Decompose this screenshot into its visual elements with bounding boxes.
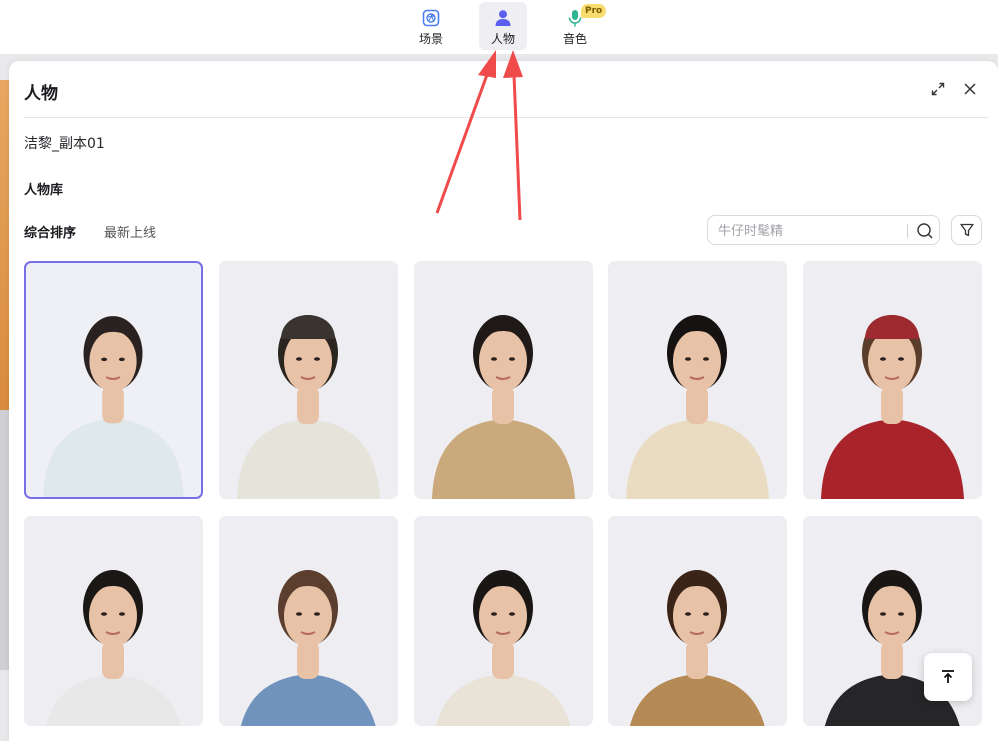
pro-badge: Pro	[581, 4, 607, 18]
avatar-portrait	[629, 570, 765, 726]
avatar-portrait	[240, 570, 376, 726]
scroll-to-top-button[interactable]	[924, 653, 972, 701]
filter-icon	[959, 223, 974, 237]
current-avatar-name: 洁黎_副本01	[24, 136, 105, 152]
avatar-card[interactable]	[414, 261, 593, 499]
avatar-card[interactable]	[414, 516, 593, 726]
search-box	[707, 215, 940, 245]
arrow-up-to-top-icon	[942, 670, 954, 683]
filter-button[interactable]	[951, 215, 982, 245]
header-divider	[24, 117, 988, 118]
avatar-card[interactable]	[608, 516, 787, 726]
avatar-portrait	[821, 315, 964, 499]
person-icon	[495, 10, 511, 26]
avatar-card[interactable]	[219, 261, 398, 499]
person-panel: 人物 洁黎_副本01 人物库 综合排序 最新上线	[9, 61, 998, 741]
avatar-portrait	[45, 570, 181, 726]
close-button[interactable]	[960, 79, 980, 99]
library-title: 人物库	[24, 183, 64, 198]
toolbar-scene[interactable]: 场景	[407, 2, 455, 50]
close-icon	[964, 83, 976, 95]
avatar-card[interactable]	[24, 261, 203, 499]
toolbar-person[interactable]: 人物	[479, 2, 527, 50]
expand-icon	[931, 82, 945, 96]
panel-title: 人物	[24, 84, 58, 104]
search-separator	[907, 224, 908, 238]
scene-icon	[422, 9, 440, 27]
top-toolbar: 场景 人物 音色 Pro	[0, 0, 998, 54]
tab-newest[interactable]: 最新上线	[104, 222, 156, 241]
tab-comprehensive-sort[interactable]: 综合排序	[24, 222, 76, 241]
toolbar-voice[interactable]: 音色 Pro	[551, 2, 607, 50]
toolbar-person-label: 人物	[490, 32, 515, 46]
avatar-portrait	[43, 316, 184, 497]
avatar-portrait	[435, 570, 571, 726]
avatar-portrait	[626, 315, 769, 499]
avatar-portrait	[237, 315, 380, 499]
avatar-card[interactable]	[608, 261, 787, 499]
avatar-card[interactable]	[803, 261, 982, 499]
avatar-card[interactable]	[24, 516, 203, 726]
toolbar-voice-label: 音色	[562, 32, 587, 46]
avatar-portrait	[432, 315, 575, 499]
search-input[interactable]	[718, 221, 898, 241]
search-icon[interactable]	[915, 221, 935, 241]
expand-button[interactable]	[928, 79, 948, 99]
toolbar-scene-label: 场景	[418, 32, 443, 46]
avatar-card[interactable]	[219, 516, 398, 726]
